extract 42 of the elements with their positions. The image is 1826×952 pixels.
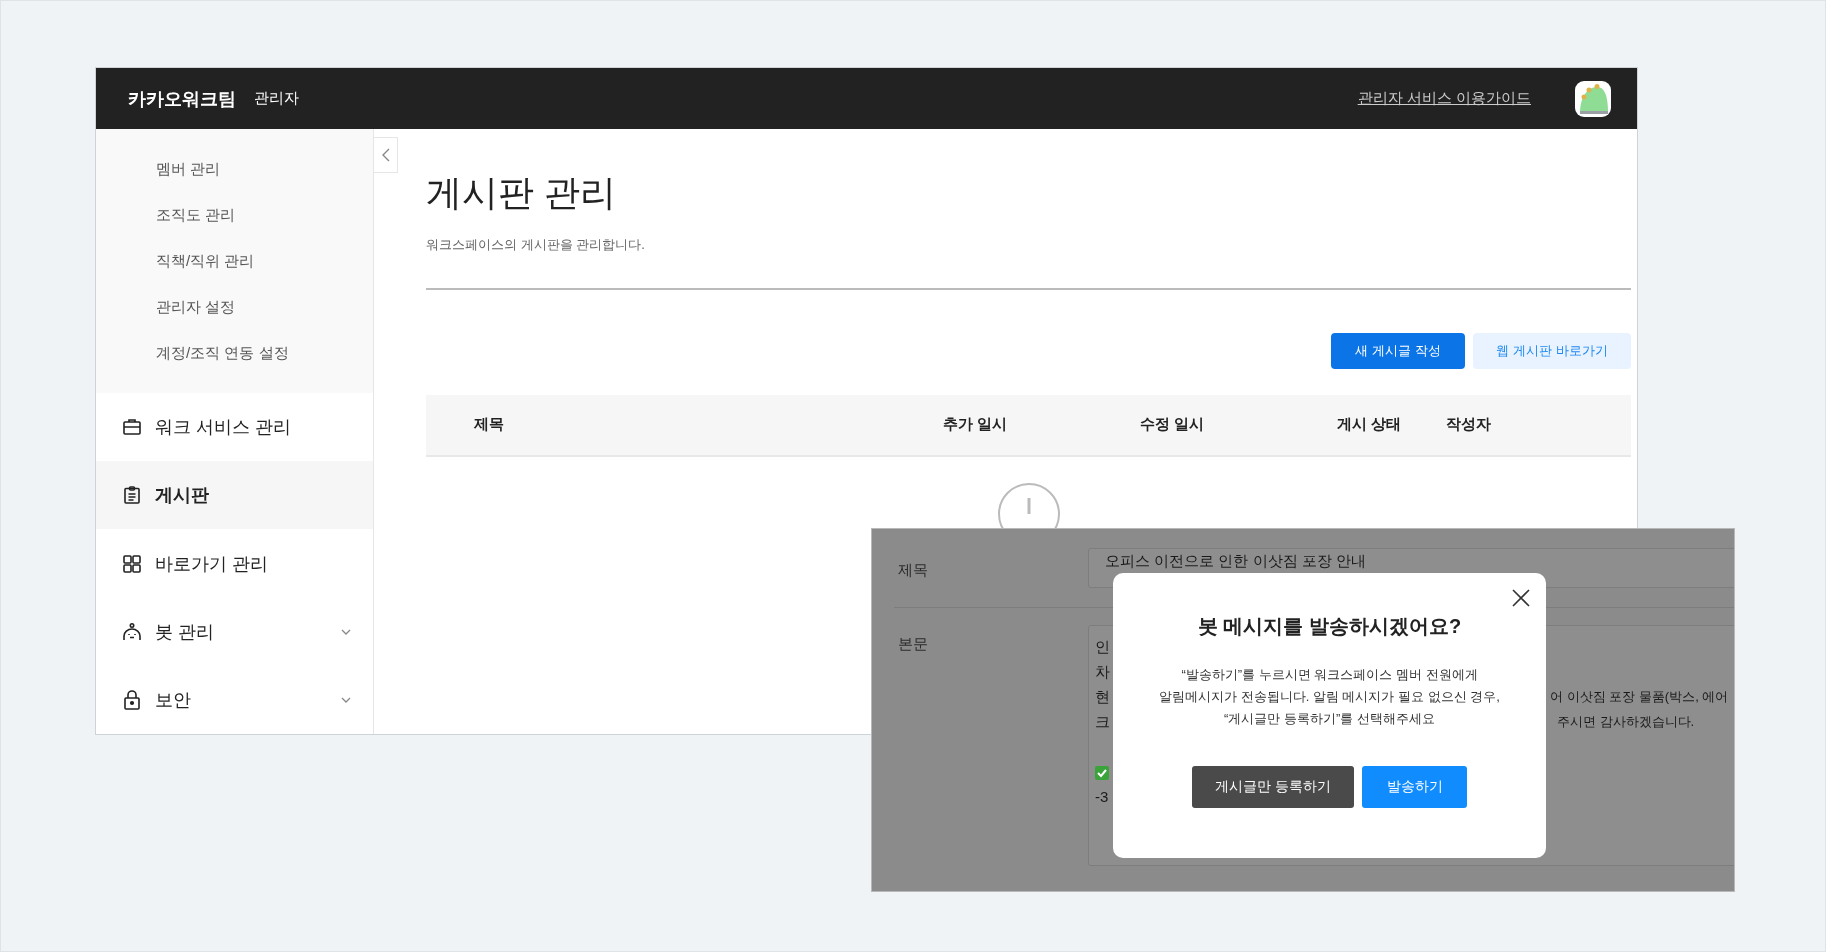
- sidebar-icon: [122, 485, 142, 506]
- sidebar-subitem[interactable]: 계정/조직 연동 설정: [96, 330, 373, 376]
- body-text: 주시면 감사하겠습니다.: [1557, 713, 1695, 731]
- body-text: 인: [1095, 638, 1110, 657]
- guide-link[interactable]: 관리자 서비스 이용가이드: [1357, 89, 1531, 108]
- field-label: 본문: [898, 635, 928, 654]
- column-header: 수정 일시: [1140, 415, 1205, 434]
- sidebar-icon: [122, 689, 142, 710]
- body-text: 현: [1095, 688, 1110, 707]
- avatar-icon[interactable]: [1575, 80, 1611, 117]
- check-icon: [1095, 766, 1109, 780]
- sidebar-subitem[interactable]: 조직도 관리: [96, 192, 373, 238]
- sidebar-item[interactable]: 봇 관리: [96, 597, 373, 666]
- column-header: 게시 상태: [1337, 415, 1402, 434]
- column-header: 제목: [474, 415, 504, 434]
- new-post-button[interactable]: 새 게시글 작성: [1331, 333, 1465, 369]
- sidebar-icon: [122, 621, 142, 642]
- close-button[interactable]: [1512, 589, 1530, 607]
- page-title: 게시판 관리: [426, 171, 617, 215]
- role-label: 관리자: [254, 89, 299, 108]
- sidebar-item[interactable]: 게시판: [96, 461, 373, 530]
- sidebar-subitem[interactable]: 직책/직위 관리: [96, 238, 373, 284]
- body-text: 어 이삿짐 포장 물품(박스, 에어: [1550, 688, 1729, 706]
- sidebar-subitem[interactable]: 관리자 설정: [96, 284, 373, 330]
- sidebar-subitem[interactable]: 멤버 관리: [96, 146, 373, 192]
- body-text: 차: [1095, 663, 1110, 682]
- dialog-message: “발송하기”를 누르시면 워크스페이스 멤버 전원에게 알림메시지가 전송됩니다. 알림 메시지가 필요 없으신 경우, “게시글만 등록하기”를 선택해주세요: [1159, 666, 1500, 728]
- sidebar-item[interactable]: 보안: [96, 665, 373, 734]
- sidebar-icon: [122, 417, 142, 438]
- sidebar-item[interactable]: 바로가기 관리: [96, 529, 373, 598]
- sidebar-item[interactable]: 워크 서비스 관리: [96, 393, 373, 462]
- post-only-button[interactable]: 게시글만 등록하기: [1192, 766, 1354, 808]
- body-text: -3: [1095, 788, 1109, 805]
- page-description: 워크스페이스의 게시판을 관리합니다.: [426, 236, 646, 254]
- chevron-left-icon: [381, 148, 390, 162]
- column-header: 추가 일시: [943, 415, 1008, 434]
- dialog-title: 봇 메시지를 발송하시겠어요?: [1197, 614, 1462, 639]
- sidebar-icon: [122, 553, 142, 574]
- field-label: 제목: [898, 561, 928, 580]
- logo: 카카오워크팀: [128, 87, 236, 111]
- body-text: 크: [1095, 713, 1110, 732]
- column-header: 작성자: [1446, 415, 1491, 434]
